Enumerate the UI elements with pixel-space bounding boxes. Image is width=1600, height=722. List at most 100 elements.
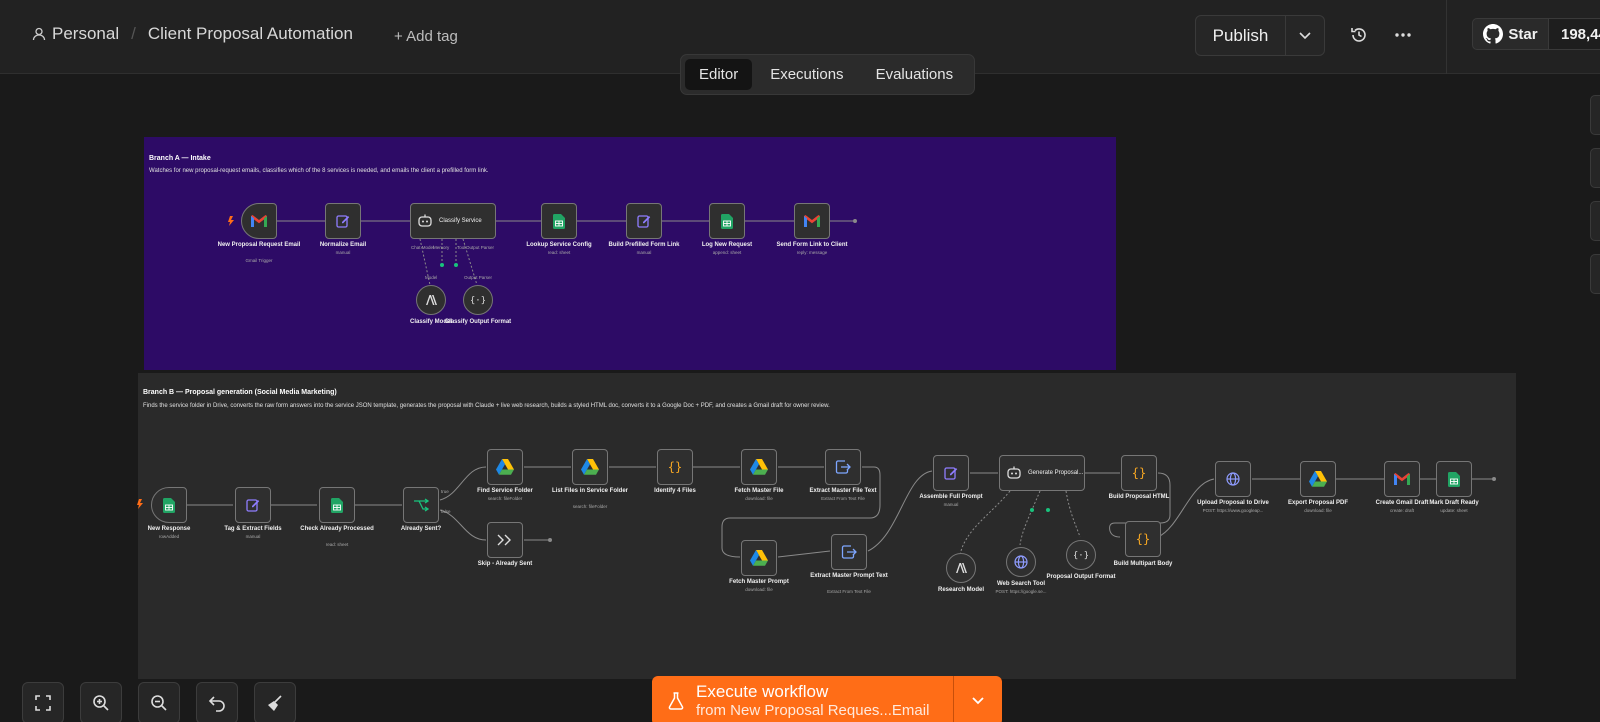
branch-b-title: Branch B — Proposal generation (Social M… [143, 389, 337, 396]
sub-new-proposal-request-email: Gmail Trigger [245, 258, 273, 263]
label-extract-master-file-text: Extract Master File Text [809, 488, 877, 494]
execute-workflow-button[interactable]: Execute workflow from New Proposal Reque… [652, 676, 954, 722]
workflow-canvas[interactable]: Branch A — Intake Watches for new propos… [0, 75, 1600, 722]
chevron-down-icon [972, 697, 984, 705]
node-classify-output-format[interactable]: {·} [463, 285, 493, 315]
node-mark-draft-ready[interactable] [1436, 461, 1472, 497]
undo-button[interactable] [196, 682, 238, 722]
node-export-proposal-pdf[interactable] [1300, 461, 1336, 497]
no-op-arrow-icon [497, 534, 511, 546]
node-extract-master-file-text[interactable] [825, 449, 861, 485]
port-chat-model: Chat Model [411, 245, 435, 250]
publish-button[interactable]: Publish [1196, 16, 1286, 55]
node-assemble-full-prompt[interactable] [933, 455, 969, 491]
node-new-proposal-request-email[interactable] [241, 203, 277, 239]
node-lookup-service-config[interactable] [541, 203, 577, 239]
sub-lookup-service-config: read: sheet [547, 250, 571, 255]
zoom-out-button[interactable] [138, 682, 180, 722]
side-panel-handle-1[interactable] [1590, 95, 1600, 135]
gmail-icon [1394, 473, 1410, 485]
node-upload-proposal-to-drive[interactable] [1215, 461, 1251, 497]
side-panel-handle-2[interactable] [1590, 148, 1600, 188]
sub-assemble-full-prompt: manual [943, 502, 959, 507]
execute-workflow-dropdown[interactable] [954, 676, 1002, 722]
node-fetch-master-file[interactable] [741, 449, 777, 485]
publish-dropdown-button[interactable] [1286, 16, 1324, 55]
node-research-model[interactable] [946, 553, 976, 583]
label-generate-proposal: Generate Proposal... [1028, 469, 1084, 476]
project-link[interactable]: Personal [52, 24, 119, 44]
if-branch-icon [414, 498, 429, 512]
label-find-service-folder: Find Service Folder [477, 488, 533, 494]
github-star-button[interactable]: Star 198,44 [1472, 18, 1600, 50]
port-model-label: Model [425, 275, 438, 280]
node-proposal-output-format[interactable]: {·} [1066, 540, 1096, 570]
label-classify-service: Classify Service [439, 217, 482, 224]
node-classify-service[interactable]: Classify Service [410, 203, 496, 239]
globe-icon [1014, 555, 1028, 569]
tidy-up-button[interactable] [254, 682, 296, 722]
zoom-in-button[interactable] [80, 682, 122, 722]
node-check-already-processed[interactable] [319, 487, 355, 523]
zoom-out-icon [151, 695, 167, 711]
label-proposal-output-format: Proposal Output Format [1046, 574, 1116, 580]
node-build-multipart-body[interactable]: {} [1125, 521, 1161, 557]
github-star-label-area: Star [1473, 19, 1549, 49]
node-find-service-folder[interactable] [487, 449, 523, 485]
broom-icon [268, 695, 282, 711]
undo-icon [208, 696, 225, 712]
node-classify-model[interactable] [416, 285, 446, 315]
node-identify-4-files[interactable]: {} [657, 449, 693, 485]
node-create-gmail-draft[interactable] [1384, 461, 1420, 497]
code-braces-icon: {} [1136, 532, 1150, 546]
output-parser-icon: {·} [1074, 551, 1088, 561]
file-extract-icon [835, 460, 851, 474]
node-skip-already-sent[interactable] [487, 522, 523, 558]
history-button[interactable] [1346, 22, 1372, 48]
label-already-sent: Already Sent? [400, 526, 442, 532]
node-already-sent-if[interactable] [403, 487, 439, 523]
ai-agent-icon [1007, 466, 1021, 479]
label-normalize-email: Normalize Email [319, 242, 367, 248]
node-normalize-email[interactable] [325, 203, 361, 239]
publish-button-group: Publish [1195, 15, 1325, 56]
node-generate-proposal[interactable]: Generate Proposal... [999, 455, 1085, 491]
node-list-files-in-service-folder[interactable] [572, 449, 608, 485]
node-new-response[interactable] [151, 487, 187, 523]
side-panel-handle-4[interactable] [1590, 254, 1600, 294]
header-divider [1446, 0, 1447, 74]
sub-mark-draft-ready: update: sheet [1440, 508, 1468, 513]
add-tag-button[interactable]: + Add tag [394, 28, 458, 45]
google-sheets-icon [1448, 471, 1460, 487]
edit-pencil-icon [637, 215, 651, 228]
workflow-name[interactable]: Client Proposal Automation [148, 24, 353, 44]
side-panel-handle-3[interactable] [1590, 201, 1600, 241]
node-web-search-tool[interactable] [1006, 547, 1036, 577]
node-tag-extract-fields[interactable] [235, 487, 271, 523]
anthropic-icon [956, 563, 967, 573]
node-build-prefilled-form-link[interactable] [626, 203, 662, 239]
port-output-parser-label: Output Parser [464, 275, 493, 280]
more-horizontal-icon [1395, 33, 1411, 37]
port-tool: Tool [457, 245, 466, 250]
node-build-proposal-html[interactable]: {} [1121, 455, 1157, 491]
sub-list-files-in-service-folder: search: fileFolder [572, 504, 608, 509]
chevron-down-icon [1299, 31, 1311, 39]
execute-workflow-title: Execute workflow [696, 682, 829, 701]
branch-b-description: Finds the service folder in Drive, conve… [143, 403, 830, 409]
edit-pencil-icon [336, 215, 350, 228]
node-fetch-master-prompt[interactable] [741, 540, 777, 576]
breadcrumb-separator: / [131, 24, 136, 43]
google-sheets-icon [331, 497, 343, 513]
label-new-proposal-request-email: New Proposal Request Email [217, 242, 301, 248]
more-options-button[interactable] [1390, 22, 1416, 48]
branch-a-description: Watches for new proposal-request emails,… [149, 168, 489, 174]
file-extract-icon [841, 545, 857, 559]
node-extract-master-prompt-text[interactable] [831, 534, 867, 570]
fit-view-button[interactable] [22, 682, 64, 722]
google-drive-icon [581, 459, 599, 475]
sub-find-service-folder: search: fileFolder [487, 496, 523, 501]
node-log-new-request[interactable] [709, 203, 745, 239]
label-fetch-master-file: Fetch Master File [734, 488, 784, 494]
node-send-form-link-to-client[interactable] [794, 203, 830, 239]
